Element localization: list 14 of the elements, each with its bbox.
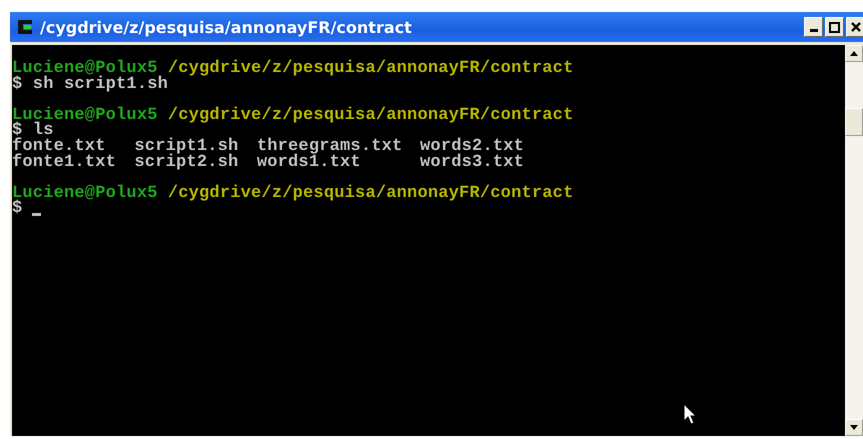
file-name: threegrams.txt (256, 138, 404, 155)
prompt-path: /cygdrive/z/pesquisa/annonayFR/contract (168, 61, 574, 77)
file-name: words2.txt (420, 138, 526, 155)
command-line: $ sh script1.sh (12, 76, 168, 92)
prompt-symbol: $ (12, 201, 22, 217)
file-name: fonte1.txt (12, 154, 118, 170)
window-title: /cygdrive/z/pesquisa/annonayFR/contract (40, 18, 413, 36)
file-name: words3.txt (420, 154, 526, 170)
prompt-path: /cygdrive/z/pesquisa/annonayFR/contract (168, 108, 574, 124)
file-name: script2.sh (134, 154, 240, 170)
prompt-path: /cygdrive/z/pesquisa/annonayFR/contract (168, 186, 574, 202)
file-name: script1.sh (134, 138, 240, 155)
prompt-user: Luciene@Polux5 (12, 61, 158, 77)
file-name: words1.txt (256, 154, 361, 170)
